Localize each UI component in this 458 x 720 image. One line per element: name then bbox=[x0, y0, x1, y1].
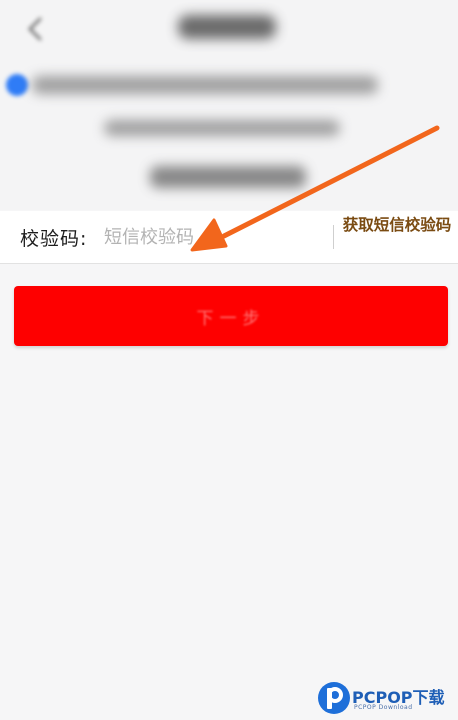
annotation-arrow bbox=[190, 125, 440, 252]
watermark-sub: PCPOP Download bbox=[354, 704, 413, 711]
pcpop-logo bbox=[318, 682, 350, 714]
watermark: PCPOP下载 PCPOP Download bbox=[316, 678, 456, 718]
